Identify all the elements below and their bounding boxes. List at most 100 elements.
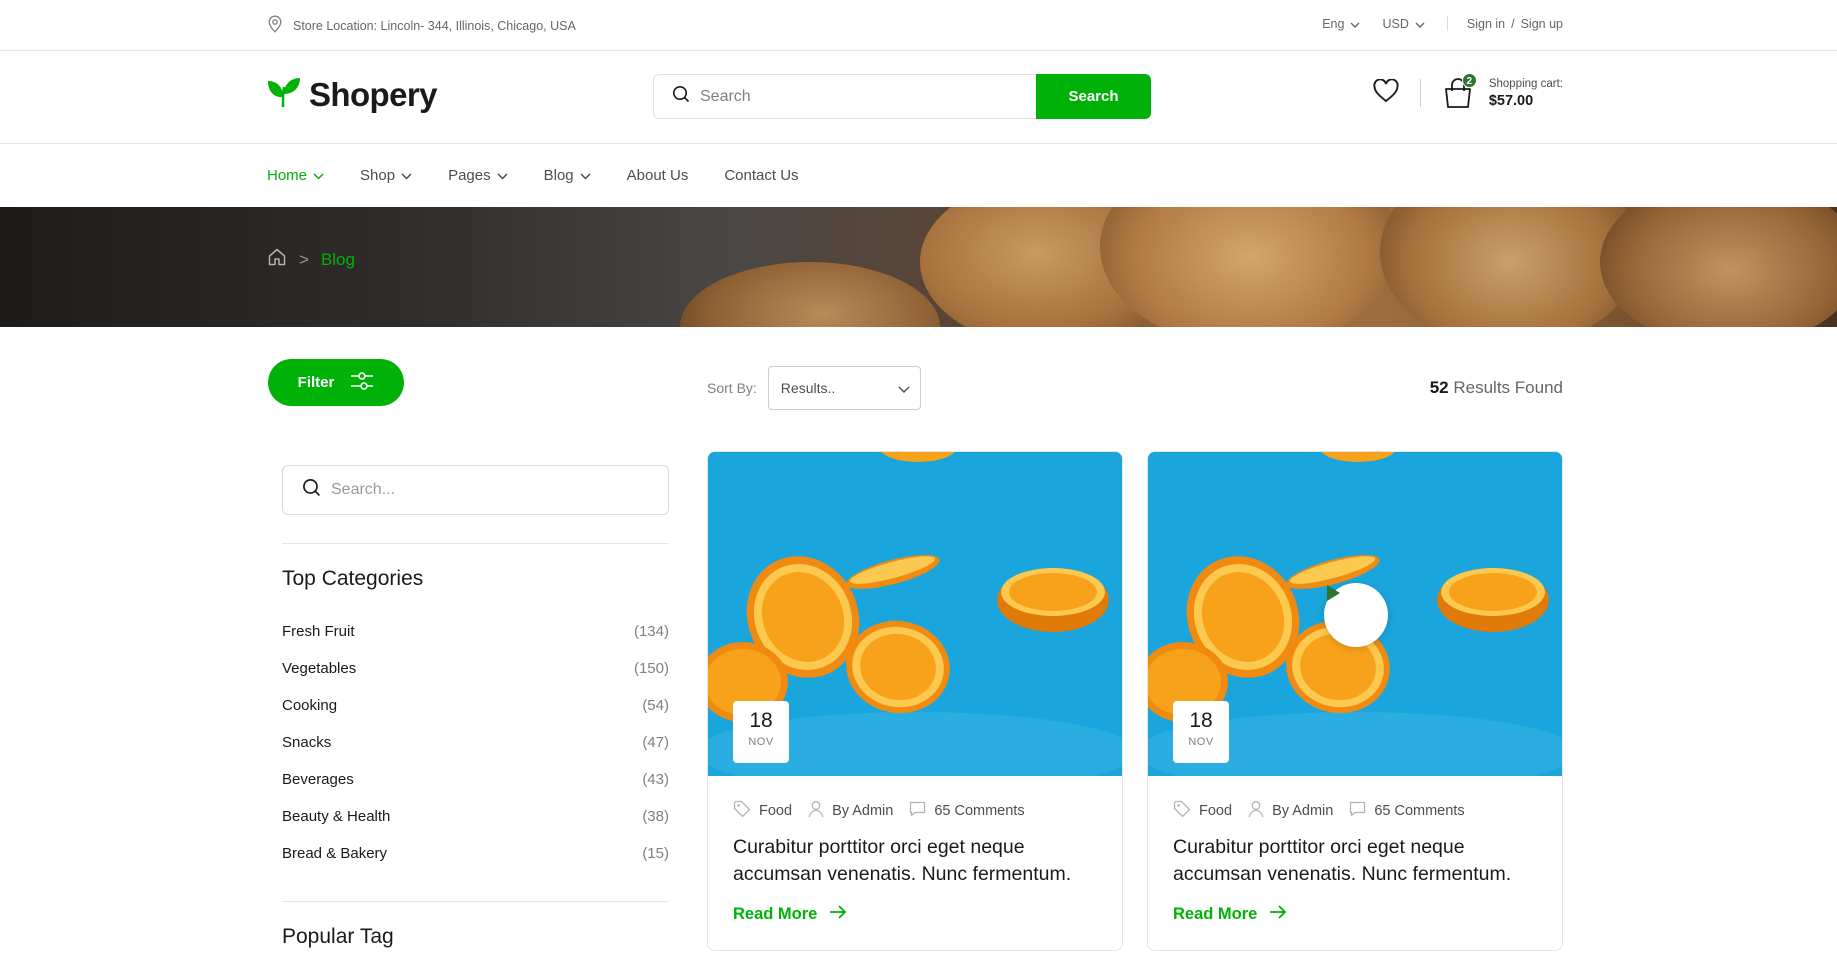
sign-in-link[interactable]: Sign in — [1467, 17, 1505, 31]
currency-dropdown[interactable]: USD — [1382, 16, 1425, 31]
nav-about-us[interactable]: About Us — [627, 167, 689, 184]
category-item[interactable]: Beverages (43) — [282, 761, 669, 798]
chevron-down-icon — [1415, 17, 1425, 31]
filter-sliders-icon — [350, 370, 374, 396]
cart-summary[interactable]: Shopping cart: $57.00 — [1489, 78, 1563, 109]
video-play-button[interactable] — [1324, 583, 1388, 647]
banner-cookie-image — [680, 262, 940, 327]
user-icon — [808, 800, 824, 822]
category-name: Bread & Bakery — [282, 845, 388, 862]
read-more-link[interactable]: Read More — [733, 905, 1098, 924]
nav-home-label: Home — [267, 167, 308, 184]
category-name: Snacks — [282, 734, 332, 751]
sign-up-link[interactable]: Sign up — [1521, 17, 1563, 31]
nav-pages[interactable]: Pages — [448, 167, 508, 184]
post-comments[interactable]: 65 Comments — [909, 801, 1025, 821]
breadcrumb-separator: > — [299, 249, 309, 269]
read-more-label: Read More — [733, 905, 818, 923]
post-author[interactable]: By Admin — [808, 800, 893, 822]
chevron-down-icon — [1350, 17, 1360, 31]
divider — [282, 901, 669, 902]
post-date-badge: 18 NOV — [1173, 701, 1229, 763]
popular-tag-title: Popular Tag — [282, 925, 394, 948]
arrow-right-icon — [829, 905, 847, 924]
blog-card: 18 NOV Food By Admin 65 Comments Curabit… — [1147, 451, 1563, 951]
divider — [282, 543, 669, 544]
nav-pages-label: Pages — [448, 167, 491, 184]
banner-cookie-image — [1600, 207, 1837, 327]
post-comments[interactable]: 65 Comments — [1349, 801, 1465, 821]
category-count: (43) — [642, 771, 669, 788]
post-comments-label: 65 Comments — [934, 803, 1025, 819]
post-title[interactable]: Curabitur porttitor orci eget neque accu… — [733, 834, 1098, 888]
post-category-label: Food — [1199, 803, 1233, 819]
logo[interactable]: Shopery — [267, 76, 437, 114]
post-author-label: By Admin — [832, 803, 894, 819]
sidebar-search-input[interactable] — [331, 481, 651, 499]
breadcrumb-current: Blog — [320, 249, 355, 269]
category-item[interactable]: Bread & Bakery (15) — [282, 835, 669, 872]
location-pin-icon — [267, 15, 283, 36]
category-name: Beauty & Health — [282, 808, 391, 825]
header-search-input[interactable] — [700, 87, 1020, 106]
home-icon[interactable] — [267, 247, 287, 272]
nav-blog[interactable]: Blog — [544, 167, 591, 184]
header-search-box — [653, 74, 1036, 119]
filter-button[interactable]: Filter — [268, 359, 404, 406]
blog-card-image[interactable]: 18 NOV — [708, 452, 1122, 776]
wishlist-button[interactable] — [1372, 77, 1400, 108]
category-name: Fresh Fruit — [282, 623, 355, 640]
nav-shop-label: Shop — [360, 167, 396, 184]
search-button[interactable]: Search — [1036, 74, 1151, 119]
language-dropdown[interactable]: Eng — [1322, 17, 1360, 31]
heart-icon — [1373, 77, 1399, 108]
store-location-text: Store Location: Lincoln- 344, Illinois, … — [293, 18, 576, 33]
results-count: 52 Results Found — [1430, 378, 1563, 398]
post-date-day: 18 — [1189, 709, 1213, 732]
sort-control: Sort By: Results.. — [707, 366, 921, 410]
category-count: (54) — [642, 697, 669, 714]
leaf-logo-icon — [267, 77, 301, 114]
read-more-label: Read More — [1173, 905, 1258, 923]
breadcrumb: > Blog — [267, 247, 355, 272]
arrow-right-icon — [1269, 905, 1287, 924]
nav-home[interactable]: Home — [267, 167, 324, 184]
post-title[interactable]: Curabitur porttitor orci eget neque accu… — [1173, 834, 1538, 888]
category-list: Fresh Fruit (134) Vegetables (150) Cooki… — [282, 613, 669, 872]
sort-select-value: Results.. — [780, 380, 836, 396]
comment-icon — [1349, 801, 1366, 821]
currency-value: USD — [1382, 16, 1409, 31]
header-search: Search — [653, 74, 1151, 119]
cart-count-badge: 2 — [1461, 73, 1477, 88]
nav-contact-us[interactable]: Contact Us — [724, 167, 798, 184]
sort-select[interactable]: Results.. — [767, 366, 921, 410]
chevron-down-icon — [401, 167, 412, 184]
divider — [1446, 16, 1448, 31]
post-date-badge: 18 NOV — [733, 701, 789, 763]
main-header: Shopery Search 2 Shopping cart: $57.00 — [0, 51, 1837, 144]
results-number: 52 — [1429, 378, 1449, 397]
nav-shop[interactable]: Shop — [360, 167, 412, 184]
post-category[interactable]: Food — [1173, 800, 1232, 822]
cart-button[interactable]: 2 — [1443, 73, 1477, 109]
category-item[interactable]: Snacks (47) — [282, 724, 669, 761]
category-item[interactable]: Fresh Fruit (134) — [282, 613, 669, 650]
read-more-link[interactable]: Read More — [1173, 905, 1538, 924]
category-count: (150) — [633, 660, 669, 677]
category-name: Cooking — [282, 697, 338, 714]
category-item[interactable]: Vegetables (150) — [282, 650, 669, 687]
tag-icon — [733, 800, 751, 822]
post-author[interactable]: By Admin — [1248, 800, 1333, 822]
comment-icon — [909, 801, 926, 821]
chevron-down-icon — [313, 167, 324, 184]
post-category[interactable]: Food — [733, 800, 792, 822]
chevron-down-icon — [497, 167, 508, 184]
page-banner: > Blog — [0, 207, 1837, 327]
category-count: (15) — [642, 845, 669, 862]
blog-card-image[interactable]: 18 NOV — [1148, 452, 1562, 776]
category-item[interactable]: Cooking (54) — [282, 687, 669, 724]
category-count: (47) — [642, 734, 669, 751]
category-item[interactable]: Beauty & Health (38) — [282, 798, 669, 835]
category-name: Vegetables — [282, 660, 357, 677]
chevron-down-icon — [898, 380, 910, 396]
